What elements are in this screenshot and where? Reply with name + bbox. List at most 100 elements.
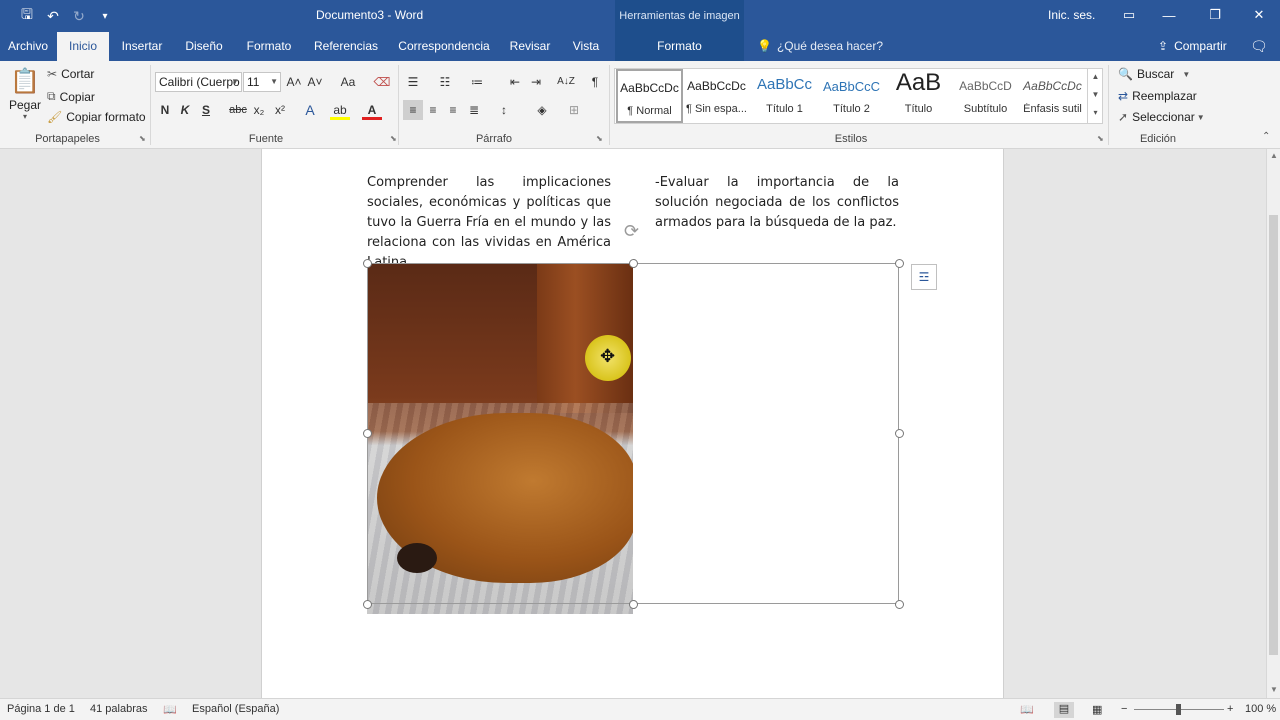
minimize-icon[interactable]: — (1146, 0, 1192, 30)
sort-button[interactable]: A↓Z (554, 72, 578, 92)
zoom-out-button[interactable]: − (1121, 703, 1127, 715)
shrink-font-button[interactable]: A˅ (305, 72, 325, 92)
show-marks-button[interactable]: ¶ (585, 72, 605, 92)
zoom-level[interactable]: 100 % (1245, 703, 1276, 715)
comments-icon[interactable]: 🗨 (1250, 32, 1268, 61)
find-button[interactable]: 🔍 Buscar ▼ (1118, 67, 1190, 81)
resize-handle[interactable] (629, 600, 638, 609)
restore-icon[interactable]: ❐ (1192, 0, 1238, 30)
image-selection-frame[interactable] (367, 263, 899, 604)
subscript-button[interactable]: x₂ (249, 100, 269, 120)
tab-formato-imagen[interactable]: Formato (615, 32, 744, 61)
style-titulo[interactable]: AaB Título (885, 69, 952, 123)
read-mode-icon[interactable]: 📖 (1020, 703, 1034, 716)
chevron-up-icon[interactable]: ▲ (1267, 151, 1280, 160)
superscript-button[interactable]: x² (270, 100, 290, 120)
style-sin-espaciado[interactable]: AaBbCcDc ¶ Sin espa... (683, 69, 750, 123)
change-case-button[interactable]: Aa (334, 72, 362, 92)
underline-button[interactable]: S (196, 100, 216, 120)
chevron-down-icon[interactable]: ▼ (1088, 86, 1103, 104)
tab-insertar[interactable]: Insertar (114, 32, 170, 61)
tab-correspondencia[interactable]: Correspondencia (392, 32, 496, 61)
highlight-button[interactable]: ab (330, 100, 350, 120)
vertical-scrollbar[interactable]: ▲ ▼ (1266, 149, 1280, 698)
decrease-indent-icon[interactable]: ⇤ (505, 72, 525, 92)
tab-inicio[interactable]: Inicio (57, 32, 109, 61)
dialog-launcher-icon[interactable]: ⬊ (596, 134, 603, 143)
style-titulo-2[interactable]: AaBbCcC Título 2 (818, 69, 885, 123)
page-count[interactable]: Página 1 de 1 (7, 703, 75, 715)
save-icon[interactable]: 🖫 (14, 2, 40, 30)
numbering-icon[interactable]: ☷ (435, 72, 455, 92)
resize-handle[interactable] (363, 429, 372, 438)
clear-formatting-icon[interactable]: ⌫ (372, 72, 392, 92)
select-button[interactable]: ➚ Seleccionar ▼ (1118, 110, 1205, 124)
zoom-slider-thumb[interactable] (1176, 704, 1181, 715)
zoom-in-button[interactable]: + (1227, 703, 1233, 715)
align-right-icon[interactable]: ≡ (443, 100, 463, 120)
increase-indent-icon[interactable]: ⇥ (526, 72, 546, 92)
borders-icon[interactable]: ⊞ (564, 100, 584, 120)
chevron-down-icon[interactable]: ▼ (1267, 685, 1280, 694)
tab-referencias[interactable]: Referencias (308, 32, 384, 61)
cut-button[interactable]: ✂ Cortar (47, 67, 94, 81)
resize-handle[interactable] (895, 600, 904, 609)
share-button[interactable]: ⇪ Compartir (1158, 32, 1227, 61)
align-center-icon[interactable]: ≡ (423, 100, 443, 120)
column-1-text[interactable]: Comprender las implicaciones sociales, e… (367, 173, 611, 273)
dialog-launcher-icon[interactable]: ⬊ (1097, 134, 1104, 143)
text-effects-button[interactable]: A (300, 100, 320, 120)
bold-button[interactable]: N (155, 100, 175, 120)
format-painter-button[interactable]: 🖌 Copiar formato (47, 110, 146, 124)
scrollbar-thumb[interactable] (1269, 215, 1278, 655)
proofing-icon[interactable]: 📖 (163, 703, 177, 716)
close-icon[interactable]: ✕ (1236, 0, 1280, 30)
dialog-launcher-icon[interactable]: ⬊ (139, 134, 146, 143)
justify-icon[interactable]: ≣ (464, 100, 484, 120)
document-page[interactable]: Comprender las implicaciones sociales, e… (261, 149, 1004, 698)
web-layout-icon[interactable]: ▦ (1092, 703, 1102, 716)
style-subtitulo[interactable]: AaBbCcD Subtítulo (952, 69, 1019, 123)
column-2-text[interactable]: -Evaluar la importancia de la solución n… (655, 173, 899, 233)
copy-button[interactable]: ⧉ Copiar (47, 89, 95, 104)
bullets-icon[interactable]: ☰ (403, 72, 423, 92)
undo-icon[interactable]: ↶ (40, 2, 66, 30)
replace-button[interactable]: ⇄ Reemplazar (1118, 89, 1197, 103)
print-layout-icon[interactable]: ▤ (1054, 702, 1074, 718)
sign-in-link[interactable]: Inic. ses. (1048, 8, 1095, 22)
rotate-handle-icon[interactable]: ⟳ (624, 221, 639, 242)
tab-revisar[interactable]: Revisar (504, 32, 556, 61)
layout-options-icon[interactable]: ☲ (911, 264, 937, 290)
tab-vista[interactable]: Vista (563, 32, 609, 61)
tell-me-search[interactable]: 💡 ¿Qué desea hacer? (757, 32, 883, 61)
customize-qat-icon[interactable]: ▾ (92, 2, 118, 30)
word-count[interactable]: 41 palabras (90, 703, 148, 715)
redo-icon[interactable]: ↻ (66, 2, 92, 30)
align-left-icon[interactable]: ≡ (403, 100, 423, 120)
style-enfasis-sutil[interactable]: AaBbCcDc Énfasis sutil (1019, 69, 1086, 123)
resize-handle[interactable] (629, 259, 638, 268)
font-color-button[interactable]: A (362, 100, 382, 120)
font-family-combo[interactable]: Calibri (Cuerpo ▼ (155, 72, 242, 92)
chevron-up-icon[interactable]: ▲ (1088, 68, 1103, 86)
tab-diseno[interactable]: Diseño (178, 32, 230, 61)
tab-formato[interactable]: Formato (240, 32, 298, 61)
multilevel-list-icon[interactable]: ≔ (467, 72, 487, 92)
style-normal[interactable]: AaBbCcDc ¶ Normal (616, 69, 683, 123)
resize-handle[interactable] (363, 259, 372, 268)
font-size-combo[interactable]: 11 ▼ (243, 72, 281, 92)
resize-handle[interactable] (895, 259, 904, 268)
strikethrough-button[interactable]: abc (228, 100, 248, 120)
italic-button[interactable]: K (175, 100, 195, 120)
style-titulo-1[interactable]: AaBbCc Título 1 (751, 69, 818, 123)
more-styles-icon[interactable]: ▾ (1088, 104, 1103, 122)
paste-button[interactable]: 📋 Pegar ▾ (9, 67, 41, 121)
collapse-ribbon-icon[interactable]: ⌃ (1262, 131, 1270, 142)
resize-handle[interactable] (363, 600, 372, 609)
dialog-launcher-icon[interactable]: ⬊ (390, 134, 397, 143)
resize-handle[interactable] (895, 429, 904, 438)
tab-archivo[interactable]: Archivo (0, 32, 56, 61)
grow-font-button[interactable]: A˄ (284, 72, 304, 92)
line-spacing-icon[interactable]: ↕ (494, 100, 514, 120)
shading-icon[interactable]: ◈ (532, 100, 552, 120)
